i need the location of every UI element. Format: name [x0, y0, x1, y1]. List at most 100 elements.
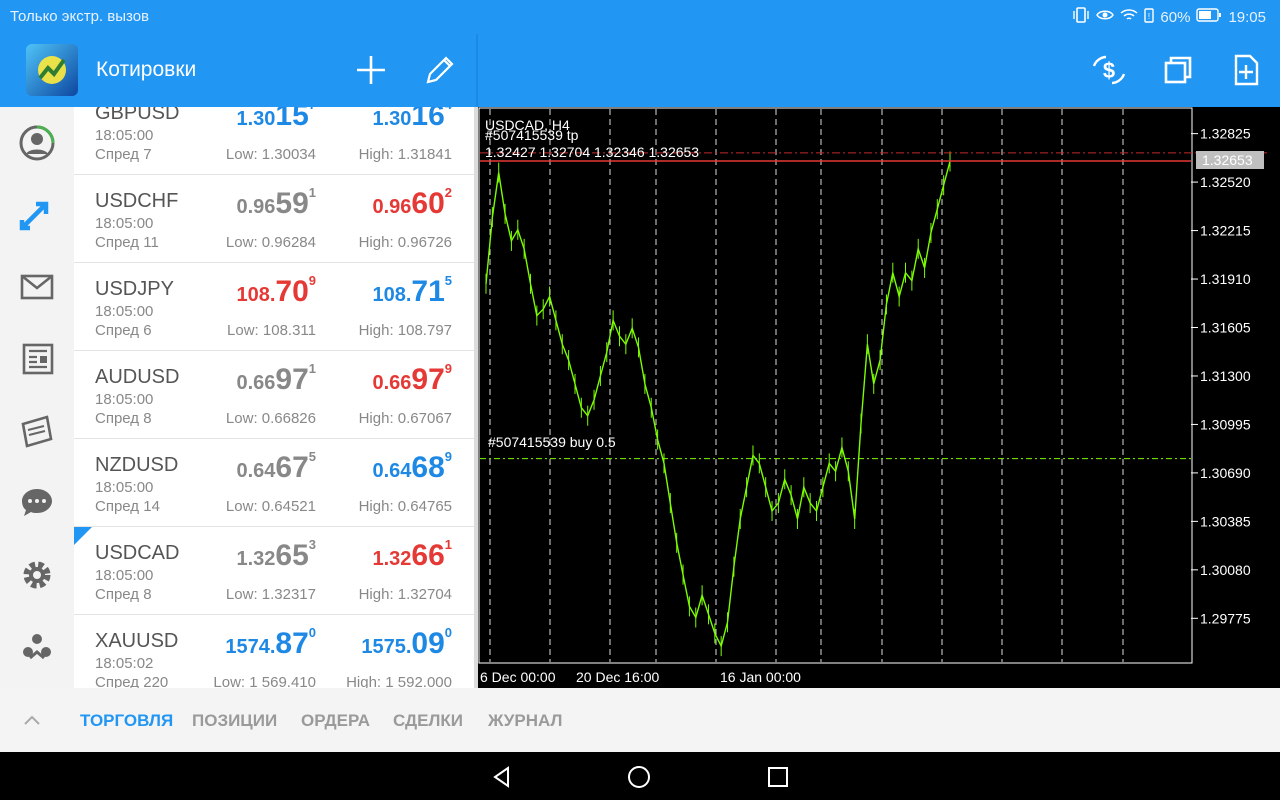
high-price: High: 1 592.000 [346, 674, 452, 688]
chevron-up-icon [24, 715, 40, 725]
sidebar-item-news[interactable] [18, 340, 56, 378]
quote-time: 18:05:00 [95, 567, 154, 584]
y-axis: 1.32825 1.32520 1.32215 1.31910 1.31605 1.313… [1191, 126, 1251, 626]
ask-price-main: 1575. [361, 636, 412, 658]
back-button[interactable] [490, 765, 514, 794]
quote-spread: Спред 220 [95, 674, 169, 688]
y-tick-label: 1.30385 [1200, 513, 1251, 529]
quote-row-gbpusd[interactable]: GBPUSD 18:05:00 Спред 7 1.30157 1.30164 … [74, 107, 474, 175]
home-button[interactable] [627, 765, 651, 794]
file-plus-icon [1234, 54, 1259, 86]
quote-row-audusd[interactable]: AUDUSD 18:05:00 Спред 8 0.66971 0.66979 … [74, 351, 474, 439]
dollar-arrows-icon: $ [1092, 55, 1126, 85]
sidebar-item-quotes[interactable] [18, 196, 56, 234]
trade-button[interactable]: $ [1090, 52, 1126, 88]
low-price: Low: 0.64521 [225, 498, 316, 515]
svg-text:$: $ [1103, 58, 1115, 83]
y-tick-label: 1.31910 [1200, 271, 1251, 287]
tab-positions[interactable]: ПОЗИЦИИ [192, 711, 277, 731]
low-price: Low: 1 569.410 [213, 674, 316, 688]
add-symbol-button[interactable] [353, 52, 389, 88]
ask-price-main: 0.96 [372, 196, 412, 218]
high-price: High: 0.64765 [358, 498, 452, 515]
system-nav-bar [0, 752, 1280, 800]
y-tick-label: 1.31605 [1200, 319, 1251, 335]
y-tick-label: 1.32520 [1200, 174, 1251, 190]
x-tick-label: 20 Dec 16:00 [576, 669, 659, 685]
vibrate-icon [1072, 7, 1090, 27]
ask-price-fraction: 4 [445, 107, 452, 112]
new-order-button[interactable] [1228, 52, 1264, 88]
battery-level: 60% [1160, 8, 1191, 26]
quote-row-usdcad[interactable]: USDCAD 18:05:00 Спред 8 1.32653 1.32661 … [74, 527, 474, 615]
ohlc-readout: 1.32427 1.32704 1.32346 1.32653 [485, 144, 699, 160]
quote-row-usdjpy[interactable]: USDJPY 18:05:00 Спред 6 108.709 108.715 … [74, 263, 474, 351]
status-text: Только экстр. вызов [10, 8, 150, 25]
tab-trade[interactable]: ТОРГОВЛЯ [80, 711, 173, 731]
ask-price-pips: 09 [411, 627, 445, 660]
expand-button[interactable] [22, 712, 42, 733]
sidebar-item-chat[interactable] [18, 484, 56, 522]
eye-icon [1096, 8, 1115, 26]
chart-canvas[interactable]: USDCAD, H4 #507415539 tp 1.32427 1.32704… [478, 107, 1280, 688]
status-bar: Только экстр. вызов ! 60% 19:05 [0, 0, 1280, 34]
quote-time: 18:05:00 [95, 215, 154, 232]
recents-button[interactable] [766, 765, 790, 794]
quote-row-nzdusd[interactable]: NZDUSD 18:05:00 Спред 14 0.64675 0.64689… [74, 439, 474, 527]
ask-price-main: 0.64 [372, 460, 412, 482]
quote-symbol: NZDUSD [95, 454, 179, 476]
tab-deals[interactable]: СДЕЛКИ [393, 711, 463, 731]
buy-line-label: #507415539 buy 0.5 [488, 434, 616, 450]
tab-orders[interactable]: ОРДЕРА [301, 711, 370, 731]
bid-price-main: 1574. [225, 636, 276, 658]
edit-button[interactable] [422, 52, 458, 88]
bid-price: 1574.870 [225, 625, 316, 661]
plus-icon [357, 56, 385, 84]
svg-text:!: ! [1148, 12, 1150, 21]
quote-time: 18:05:00 [95, 391, 154, 408]
sidebar-item-settings[interactable] [18, 556, 56, 594]
ask-price-pips: 60 [411, 187, 445, 220]
metatrader-logo-icon[interactable] [26, 44, 78, 96]
home-circle-icon [628, 766, 650, 788]
bid-price-pips: 97 [275, 363, 309, 396]
windows-button[interactable] [1160, 52, 1196, 88]
page-title: Котировки [96, 58, 197, 81]
high-price: High: 0.67067 [358, 410, 452, 427]
newspaper-icon [22, 343, 54, 375]
ask-price-main: 108. [372, 284, 412, 306]
bid-price-pips: 87 [275, 627, 309, 660]
quotes-list[interactable]: GBPUSD 18:05:00 Спред 7 1.30157 1.30164 … [74, 107, 474, 688]
bid-price-fraction: 5 [308, 449, 316, 464]
bid-price-main: 108. [236, 284, 276, 306]
sidebar-item-community[interactable] [18, 628, 56, 666]
bid-price-pips: 67 [275, 451, 309, 484]
ask-price: 1.32661 [372, 537, 452, 573]
ask-price-pips: 66 [411, 539, 445, 572]
quote-spread: Спред 8 [95, 410, 152, 427]
ask-price-fraction: 5 [444, 273, 452, 288]
quote-symbol: GBPUSD [95, 107, 180, 124]
sidebar-item-calendar[interactable] [18, 412, 56, 450]
quote-row-usdchf[interactable]: USDCHF 18:05:00 Спред 11 0.96591 0.96602… [74, 175, 474, 263]
pencil-icon [426, 56, 454, 84]
bid-price-pips: 15 [275, 107, 309, 132]
price-chart[interactable]: USDCAD, H4 #507415539 tp 1.32427 1.32704… [478, 107, 1280, 688]
bid-price-pips: 65 [275, 539, 309, 572]
ask-price-fraction: 9 [444, 449, 452, 464]
x-axis: 6 Dec 00:00 20 Dec 16:00 16 Jan 00:00 [480, 669, 801, 685]
sidebar-item-account[interactable] [18, 124, 56, 162]
low-price: Low: 1.30034 [225, 146, 316, 163]
low-price: Low: 0.96284 [225, 234, 316, 251]
sidebar-item-mail[interactable] [18, 268, 56, 306]
app-bar: Котировки [0, 34, 476, 107]
tab-journal[interactable]: ЖУРНАЛ [488, 711, 562, 731]
quote-row-xauusd[interactable]: XAUUSD 18:05:02 Спред 220 1574.870 1575.… [74, 615, 474, 688]
bid-price-main: 0.96 [236, 196, 276, 218]
ask-price-main: 1.30 [372, 108, 412, 130]
ask-price: 1.30164 [372, 107, 452, 133]
calendar-icon [21, 415, 53, 448]
ask-price-fraction: 9 [444, 361, 452, 376]
bid-price-fraction: 1 [308, 185, 316, 200]
ask-price: 108.715 [372, 273, 452, 309]
